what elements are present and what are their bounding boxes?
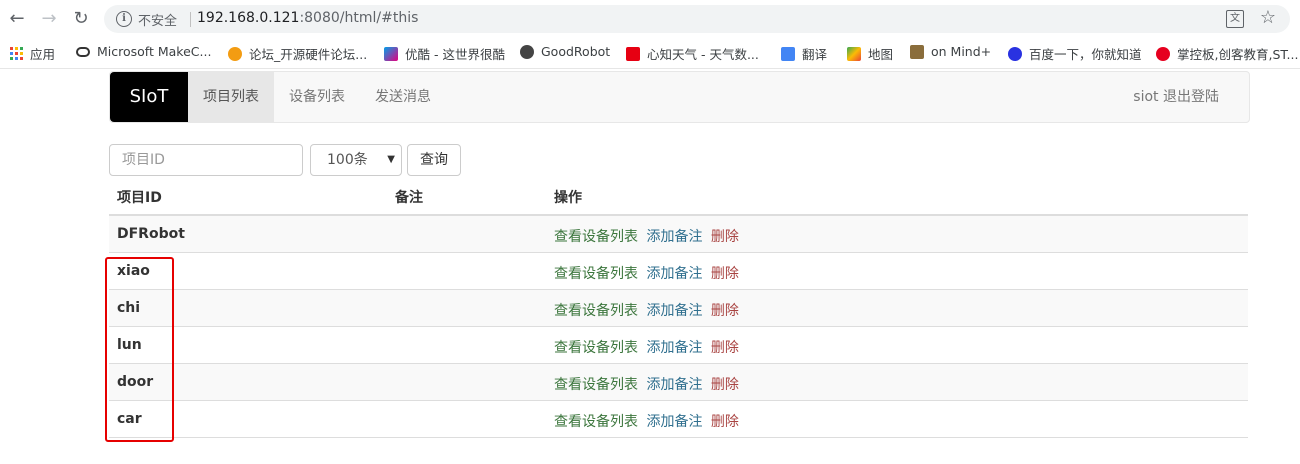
bookmark-apps[interactable]: 应用: [10, 44, 55, 63]
bookmark-label: 翻译: [802, 47, 828, 62]
bookmark-label: 优酷 - 这世界很酷: [405, 47, 505, 62]
bookmark-label: 论坛_开源硬件论坛...: [249, 47, 368, 62]
app-navbar: SIoT 项目列表 设备列表 发送消息 siot 退出登陆: [109, 71, 1250, 123]
address-separator: [190, 12, 191, 27]
bookmark-label: on Mind+: [931, 44, 992, 59]
project-id-cell: DFRobot: [117, 226, 185, 242]
nav-project-list[interactable]: 项目列表: [188, 72, 274, 122]
apps-grid-icon: [10, 47, 23, 60]
url-host: 192.168.0.121: [197, 10, 300, 26]
view-devices-link[interactable]: 查看设备列表: [554, 266, 638, 282]
add-note-link[interactable]: 添加备注: [646, 303, 702, 319]
bookmark-label: Microsoft MakeC...: [97, 44, 212, 59]
url-path: :8080/html/#this: [299, 10, 419, 26]
highlight-annotation-box: [105, 257, 174, 442]
address-bar[interactable]: i 不安全 192.168.0.121:8080/html/#this 文 ☆: [104, 5, 1290, 33]
table-header: 项目ID 备注 操作: [109, 178, 1248, 216]
baidu-paw-icon: [1008, 46, 1022, 61]
bookmark-label: 心知天气 - 天气数...: [647, 47, 759, 62]
bookmark-label: 应用: [30, 47, 56, 62]
table-row: door 查看设备列表 添加备注 删除: [109, 364, 1248, 401]
seniverse-icon: [626, 46, 640, 61]
table-row: xiao 查看设备列表 添加备注 删除: [109, 253, 1248, 290]
insecure-label: 不安全: [138, 14, 178, 29]
table-row: car 查看设备列表 添加备注 删除: [109, 401, 1248, 438]
add-note-link[interactable]: 添加备注: [646, 229, 702, 245]
actions-cell: 查看设备列表 添加备注 删除: [554, 411, 739, 431]
add-note-link[interactable]: 添加备注: [646, 266, 702, 282]
url-text[interactable]: 192.168.0.121:8080/html/#this: [197, 10, 418, 26]
nav-device-list[interactable]: 设备列表: [274, 72, 360, 122]
view-devices-link[interactable]: 查看设备列表: [554, 340, 638, 356]
page-size-value: 100条: [327, 152, 368, 168]
bookmark-dfrobot-forum[interactable]: 论坛_开源硬件论坛...: [228, 44, 367, 63]
logout-link[interactable]: siot 退出登陆: [1133, 72, 1219, 122]
bookmark-makecode[interactable]: Microsoft MakeC...: [76, 44, 211, 59]
translate-icon: [781, 46, 795, 61]
bookmark-label: GoodRobot: [541, 44, 611, 59]
reload-icon[interactable]: ↻: [70, 8, 92, 30]
actions-cell: 查看设备列表 添加备注 删除: [554, 374, 739, 394]
bookmarks-bar: 应用 Microsoft MakeC... 论坛_开源硬件论坛... 优酷 - …: [0, 38, 1300, 69]
nav-send-message[interactable]: 发送消息: [360, 72, 446, 122]
mpython-icon: [1156, 46, 1170, 61]
delete-link[interactable]: 删除: [711, 377, 739, 393]
query-button[interactable]: 查询: [407, 144, 461, 176]
page-size-select[interactable]: 100条 ▼: [310, 144, 402, 176]
youku-icon: [384, 46, 398, 61]
view-devices-link[interactable]: 查看设备列表: [554, 229, 638, 245]
bookmark-maps[interactable]: 地图: [847, 44, 893, 63]
header-project-id: 项目ID: [117, 190, 162, 206]
delete-link[interactable]: 删除: [711, 303, 739, 319]
bookmark-translate[interactable]: 翻译: [781, 44, 827, 63]
bookmark-mindplus[interactable]: on Mind+: [910, 44, 991, 59]
delete-link[interactable]: 删除: [711, 266, 739, 282]
actions-cell: 查看设备列表 添加备注 删除: [554, 337, 739, 357]
mindplus-icon: [910, 44, 924, 59]
table-row: DFRobot 查看设备列表 添加备注 删除: [109, 216, 1248, 253]
bookmark-goodrobot[interactable]: GoodRobot: [520, 44, 610, 59]
github-icon: [520, 44, 534, 59]
project-table: 项目ID 备注 操作 DFRobot 查看设备列表 添加备注 删除 xiao 查…: [109, 178, 1248, 438]
info-icon[interactable]: i: [116, 11, 132, 27]
bookmark-mpython[interactable]: 掌控板,创客教育,ST...: [1156, 44, 1298, 63]
bookmark-star-icon[interactable]: ☆: [1260, 7, 1276, 28]
table-row: chi 查看设备列表 添加备注 删除: [109, 290, 1248, 327]
forward-arrow-icon[interactable]: →: [38, 8, 60, 30]
actions-cell: 查看设备列表 添加备注 删除: [554, 263, 739, 283]
table-row: lun 查看设备列表 添加备注 删除: [109, 327, 1248, 364]
makecode-icon: [76, 46, 90, 57]
brand-logo[interactable]: SIoT: [110, 72, 188, 122]
delete-link[interactable]: 删除: [711, 414, 739, 430]
browser-toolbar: ← → ↻ i 不安全 192.168.0.121:8080/html/#thi…: [0, 0, 1300, 38]
actions-cell: 查看设备列表 添加备注 删除: [554, 300, 739, 320]
view-devices-link[interactable]: 查看设备列表: [554, 414, 638, 430]
bookmark-label: 掌控板,创客教育,ST...: [1177, 47, 1299, 62]
add-note-link[interactable]: 添加备注: [646, 377, 702, 393]
view-devices-link[interactable]: 查看设备列表: [554, 303, 638, 319]
dfrobot-fox-icon: [228, 46, 242, 61]
delete-link[interactable]: 删除: [711, 229, 739, 245]
chevron-down-icon: ▼: [387, 154, 395, 165]
project-id-search-input[interactable]: [109, 144, 303, 176]
bookmark-label: 百度一下，你就知道: [1029, 47, 1142, 62]
add-note-link[interactable]: 添加备注: [646, 414, 702, 430]
actions-cell: 查看设备列表 添加备注 删除: [554, 226, 739, 246]
translate-page-icon[interactable]: 文: [1226, 10, 1244, 28]
bookmark-label: 地图: [868, 47, 894, 62]
header-actions: 操作: [554, 190, 582, 206]
maps-icon: [847, 46, 861, 61]
bookmark-baidu[interactable]: 百度一下，你就知道: [1008, 44, 1142, 63]
bookmark-youku[interactable]: 优酷 - 这世界很酷: [384, 44, 505, 63]
add-note-link[interactable]: 添加备注: [646, 340, 702, 356]
delete-link[interactable]: 删除: [711, 340, 739, 356]
bookmark-seniverse[interactable]: 心知天气 - 天气数...: [626, 44, 759, 63]
table-body: DFRobot 查看设备列表 添加备注 删除 xiao 查看设备列表 添加备注 …: [109, 216, 1248, 438]
header-note: 备注: [395, 190, 423, 206]
back-arrow-icon[interactable]: ←: [6, 8, 28, 30]
view-devices-link[interactable]: 查看设备列表: [554, 377, 638, 393]
